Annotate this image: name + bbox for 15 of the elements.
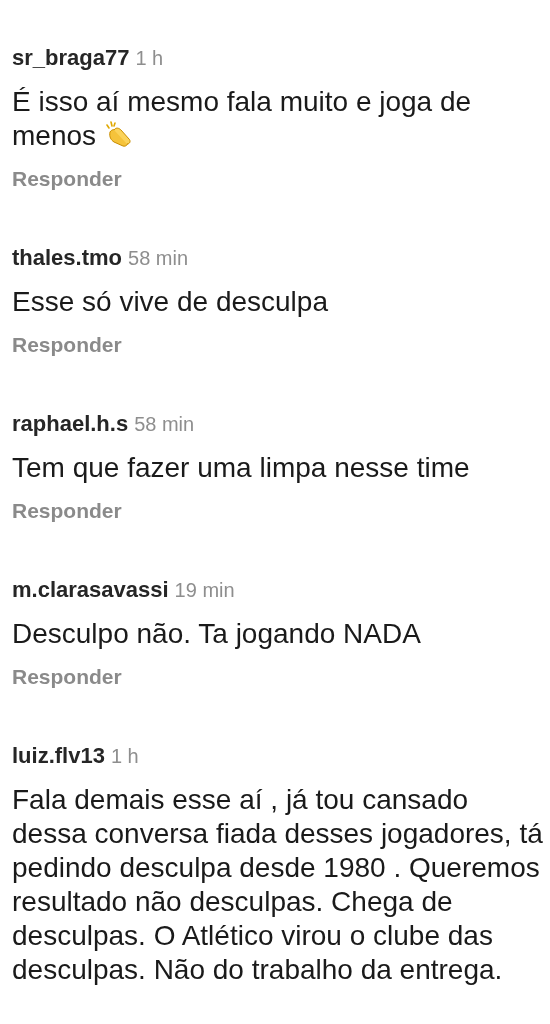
comment-text: Esse só vive de desculpa — [12, 285, 329, 319]
username[interactable]: m.clarasavassi — [12, 577, 169, 602]
comment-text: É isso aí mesmo fala muito e joga de menos — [12, 85, 473, 153]
comment-text: Desculpo não. Ta jogando NADA — [12, 617, 422, 651]
comment-time: 1 h — [135, 47, 164, 69]
username[interactable]: sr_braga77 — [12, 45, 130, 70]
username[interactable]: luiz.flv13 — [12, 743, 105, 768]
comment-text: Tem que fazer uma limpa nesse time — [12, 451, 471, 485]
username[interactable]: raphael.h.s — [12, 411, 129, 436]
comment-time: 58 min — [134, 413, 195, 435]
username[interactable]: thales.tmo — [12, 245, 123, 270]
comment-time: 1 h — [110, 745, 139, 767]
comment-time: 19 min — [174, 579, 235, 601]
comment-time: 58 min — [128, 247, 189, 269]
comment-text: Fala demais esse aí , já tou cansado dessa conversa fiada desses jogadores, tá pedindo desculpa desde 1980 . Queremos resultado não desculpas. Chega de desculpas. O Atlético virou o clube das desculpas. Não do trabalho da entrega. — [12, 783, 544, 987]
